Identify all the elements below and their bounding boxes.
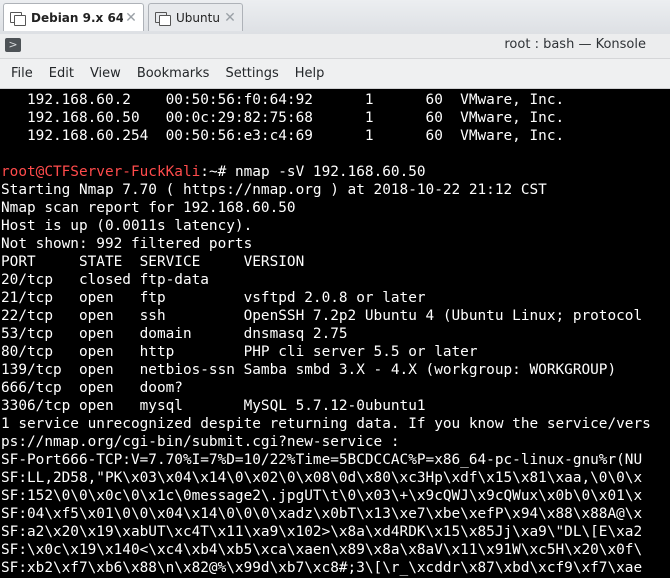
output-line: 3306/tcp open mysql MySQL 5.7.12-0ubuntu… [1, 398, 426, 414]
output-line: SF:xb2\xf7\xb6\x88\n\x82@%\x99d\xb7\xc8#… [1, 560, 643, 576]
menu-help[interactable]: Help [287, 66, 333, 81]
vm-tab-ubuntu[interactable]: Ubuntu ✕ [148, 3, 243, 31]
output-line: SF-Port666-TCP:V=7.70%I=7%D=10/22%Time=5… [1, 452, 643, 468]
output-line: SF:LL,2D58,"PK\x03\x04\x14\0\x02\0\x08\0… [1, 470, 643, 486]
prompt-separator: : [200, 164, 209, 180]
output-line: 666/tcp open doom? [1, 380, 183, 396]
menu-edit[interactable]: Edit [41, 66, 82, 81]
vm-tab-label: Debian 9.x 64 位 [31, 11, 123, 25]
vm-tab-label: Ubuntu [176, 10, 220, 25]
close-icon[interactable]: ✕ [123, 10, 139, 26]
vm-icon [155, 11, 171, 26]
output-line: Starting Nmap 7.70 ( https://nmap.org ) … [1, 182, 547, 198]
menu-view[interactable]: View [82, 66, 129, 81]
prompt-command: nmap -sV 192.168.60.50 [234, 164, 426, 180]
output-line: Nmap scan report for 192.168.60.50 [1, 200, 296, 216]
output-line: 139/tcp open netbios-ssn Samba smbd 3.X … [1, 362, 617, 378]
vm-tab-strip: Debian 9.x 64 位 ✕ Ubuntu ✕ [0, 0, 670, 35]
output-line: Not shown: 992 filtered ports [1, 236, 253, 252]
terminal-output[interactable]: 192.168.60.2 00:50:56:f0:64:92 1 60 VMwa… [0, 90, 670, 578]
output-line: SF:a2\x20\x19\xabUT\xc4T\x11\xa9\x102>\x… [1, 524, 643, 540]
output-line: ps://nmap.org/cgi-bin/submit.cgi?new-ser… [1, 434, 400, 450]
prompt-line: root@CTFServer-FuckKali:~# nmap -sV 192.… [0, 163, 670, 181]
arp-line: 192.168.60.2 00:50:56:f0:64:92 1 60 VMwa… [1, 92, 565, 108]
terminal-menu-icon[interactable]: > [5, 38, 21, 52]
output-line: SF:152\0\0\x0c\0\x1c\0message2\.jpgUT\t\… [1, 488, 643, 504]
menu-bookmarks[interactable]: Bookmarks [129, 66, 218, 81]
output-line: Host is up (0.0011s latency). [1, 218, 253, 234]
window-titlebar: > root : bash — Konsole [0, 34, 670, 59]
menu-settings[interactable]: Settings [217, 66, 286, 81]
arp-line: 192.168.60.50 00:0c:29:82:75:68 1 60 VMw… [1, 110, 565, 126]
output-line: 21/tcp open ftp vsftpd 2.0.8 or later [1, 290, 426, 306]
output-line: PORT STATE SERVICE VERSION [1, 254, 305, 270]
output-line: 1 service unrecognized despite returning… [1, 416, 651, 432]
menu-file[interactable]: File [3, 66, 41, 81]
menu-bar: File Edit View Bookmarks Settings Help [0, 59, 670, 89]
output-line: 20/tcp closed ftp-data [1, 272, 209, 288]
output-line: SF:04\xf5\x01\0\0\x04\x14\0\0\0\xadz\x0b… [1, 506, 643, 522]
prompt-user-host: root@CTFServer-FuckKali [1, 164, 201, 180]
vm-icon [10, 11, 26, 26]
arp-line: 192.168.60.254 00:50:56:e3:c4:69 1 60 VM… [1, 128, 565, 144]
output-line: 80/tcp open http PHP cli server 5.5 or l… [1, 344, 478, 360]
close-icon[interactable]: ✕ [222, 10, 238, 26]
output-line: SF:\x0c\x19\x140<\xc4\xb4\xb5\xca\xaen\x… [1, 542, 643, 558]
output-line: 22/tcp open ssh OpenSSH 7.2p2 Ubuntu 4 (… [1, 308, 643, 324]
vm-tab-debian[interactable]: Debian 9.x 64 位 ✕ [3, 3, 144, 31]
window-title: root : bash — Konsole [504, 37, 646, 52]
output-line: 53/tcp open domain dnsmasq 2.75 [1, 326, 348, 342]
prompt-path: ~# [208, 164, 235, 180]
